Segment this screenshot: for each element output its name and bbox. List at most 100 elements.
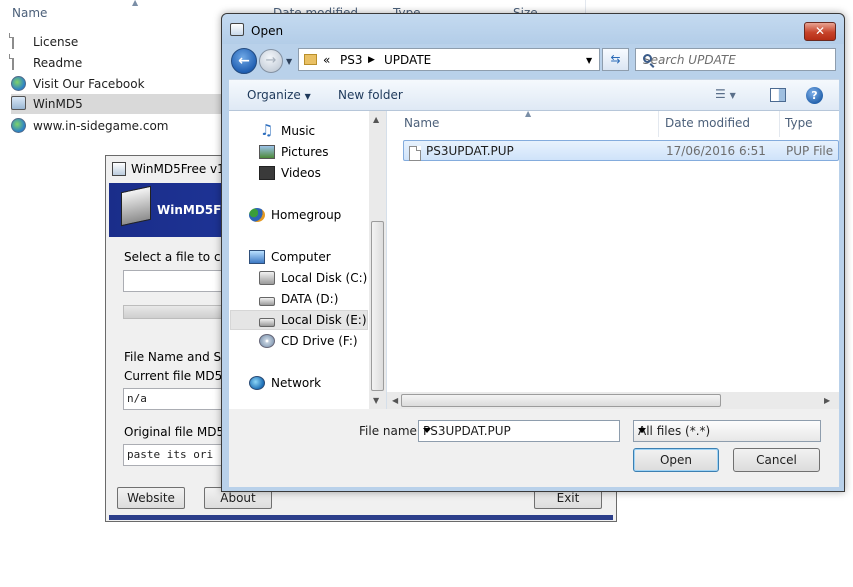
- file-type-filter[interactable]: All files (*.*): [633, 420, 821, 442]
- back-button[interactable]: ←: [231, 48, 257, 74]
- nav-item-cd-drive-f[interactable]: CD Drive (F:): [259, 331, 358, 351]
- file-label: www.in-sidegame.com: [33, 119, 169, 133]
- dialog-titlebar[interactable]: Open ✕: [222, 14, 844, 44]
- original-md5-input[interactable]: paste its ori: [123, 444, 223, 466]
- file-label: WinMD5: [33, 97, 83, 111]
- nav-item-computer[interactable]: Computer: [249, 247, 331, 267]
- music-icon: [259, 121, 275, 139]
- close-button[interactable]: ✕: [804, 22, 836, 41]
- nav-item-pictures[interactable]: Pictures: [259, 142, 329, 162]
- view-list-icon: ☰: [715, 87, 726, 101]
- current-md5-label: Current file MD5 c: [124, 369, 233, 383]
- nav-item-network[interactable]: Network: [249, 373, 321, 393]
- chevron-down-icon: ▼: [304, 92, 311, 101]
- nav-label: Music: [281, 124, 316, 138]
- open-button[interactable]: Open: [633, 448, 719, 472]
- homegroup-icon: [249, 208, 265, 222]
- app-icon: [112, 162, 126, 176]
- list-item[interactable]: www.in-sidegame.com: [11, 116, 221, 136]
- list-item[interactable]: License: [11, 32, 221, 52]
- file-path-input[interactable]: [123, 270, 223, 292]
- nav-label: DATA (D:): [281, 292, 339, 306]
- nav-item-homegroup[interactable]: Homegroup: [249, 205, 341, 225]
- file-label: Visit Our Facebook: [33, 77, 145, 91]
- column-name[interactable]: Name: [404, 116, 439, 130]
- dialog-icon: [230, 23, 244, 36]
- dialog-footer: File name: PS3UPDAT.PUP All files (*.*) …: [229, 409, 839, 487]
- current-md5-field[interactable]: n/a: [123, 388, 223, 410]
- breadcrumb-separator-icon[interactable]: ▶: [368, 55, 375, 65]
- search-input[interactable]: Search UPDATE: [635, 48, 836, 71]
- list-item[interactable]: Visit Our Facebook: [11, 74, 221, 94]
- address-bar[interactable]: « PS3 ▶ UPDATE ▼: [298, 48, 600, 71]
- sort-up-icon: ▲: [132, 0, 139, 7]
- breadcrumb-overflow[interactable]: «: [323, 53, 330, 67]
- file-list: Name ▲ Date modified Type PS3UPDAT.PUP 1…: [387, 109, 839, 409]
- computer-icon: [249, 250, 265, 264]
- scrollbar-thumb[interactable]: [401, 394, 721, 407]
- scroll-left-icon[interactable]: ◀: [392, 396, 398, 405]
- file-name-value: PS3UPDAT.PUP: [423, 424, 511, 438]
- scroll-down-icon[interactable]: ▼: [373, 396, 379, 405]
- list-item[interactable]: Readme: [11, 53, 221, 73]
- list-item-selected[interactable]: WinMD5: [11, 94, 221, 114]
- windows-disk-icon: [259, 271, 275, 285]
- cancel-button[interactable]: Cancel: [733, 448, 820, 472]
- navigation-pane: Music Pictures Videos Homegroup Computer…: [229, 111, 387, 409]
- scrollbar-thumb[interactable]: [371, 221, 384, 391]
- nav-item-data-d[interactable]: DATA (D:): [259, 289, 338, 309]
- scroll-up-icon[interactable]: ▲: [373, 115, 379, 124]
- nav-item-music[interactable]: Music: [259, 121, 315, 141]
- file-name: PS3UPDAT.PUP: [426, 144, 514, 158]
- text-file-icon: [11, 54, 27, 71]
- progress-bar: [123, 305, 223, 319]
- sort-up-icon: ▲: [525, 109, 532, 118]
- nav-item-local-disk-c[interactable]: Local Disk (C:): [259, 268, 367, 288]
- help-icon[interactable]: ?: [806, 87, 823, 104]
- column-date-modified[interactable]: Date modified: [665, 116, 750, 130]
- column-name[interactable]: Name: [12, 6, 47, 20]
- command-bar: Organize ▼ New folder ☰ ▼ ?: [229, 79, 839, 111]
- open-dialog: Open ✕ ← → ▼ « PS3 ▶ UPDATE ▼ ⇆ Search U…: [221, 13, 845, 492]
- nav-label: Network: [271, 376, 322, 390]
- scroll-right-icon[interactable]: ▶: [824, 396, 830, 405]
- address-dropdown-icon[interactable]: ▼: [586, 56, 592, 65]
- column-type[interactable]: Type: [785, 116, 813, 130]
- column-divider[interactable]: [658, 111, 659, 137]
- pictures-icon: [259, 145, 275, 159]
- file-name-input[interactable]: PS3UPDAT.PUP: [418, 420, 620, 442]
- file-list-horizontal-scrollbar[interactable]: ◀ ▶: [387, 392, 839, 409]
- chevron-down-icon[interactable]: [423, 428, 431, 433]
- preview-pane-icon[interactable]: [770, 88, 786, 102]
- chevron-down-icon: ▼: [729, 91, 736, 100]
- recent-locations-dropdown[interactable]: ▼: [286, 57, 292, 66]
- organize-button[interactable]: Organize ▼: [247, 88, 311, 102]
- new-folder-button[interactable]: New folder: [338, 88, 403, 102]
- file-type: PUP File: [786, 144, 834, 158]
- file-row-selected[interactable]: PS3UPDAT.PUP 17/06/2016 6:51 PUP File: [403, 140, 839, 161]
- folder-icon: [304, 54, 317, 65]
- website-button[interactable]: Website: [117, 487, 185, 509]
- cd-drive-icon: [259, 334, 275, 348]
- nav-vertical-scrollbar[interactable]: ▲ ▼: [369, 111, 386, 409]
- filter-value: All files (*.*): [638, 424, 711, 438]
- forward-arrow-icon: →: [265, 53, 277, 68]
- disk-icon: [259, 317, 275, 327]
- back-arrow-icon: ←: [238, 53, 250, 69]
- nav-item-local-disk-e[interactable]: Local Disk (E:): [230, 310, 368, 330]
- column-divider[interactable]: [779, 111, 780, 137]
- view-options-button[interactable]: ☰ ▼: [715, 87, 736, 101]
- application-icon: [11, 96, 27, 112]
- file-label: Readme: [33, 56, 83, 70]
- network-icon: [249, 376, 265, 390]
- breadcrumb-ps3[interactable]: PS3: [340, 53, 363, 67]
- nav-label: Videos: [281, 166, 321, 180]
- refresh-button[interactable]: ⇆: [602, 48, 629, 71]
- breadcrumb-update[interactable]: UPDATE: [384, 53, 431, 67]
- nav-item-videos[interactable]: Videos: [259, 163, 321, 183]
- url-shortcut-icon: [11, 118, 27, 134]
- forward-button[interactable]: →: [259, 49, 283, 73]
- search-placeholder: Search UPDATE: [643, 53, 736, 67]
- search-icon[interactable]: [643, 54, 652, 63]
- chevron-down-icon[interactable]: [638, 428, 646, 433]
